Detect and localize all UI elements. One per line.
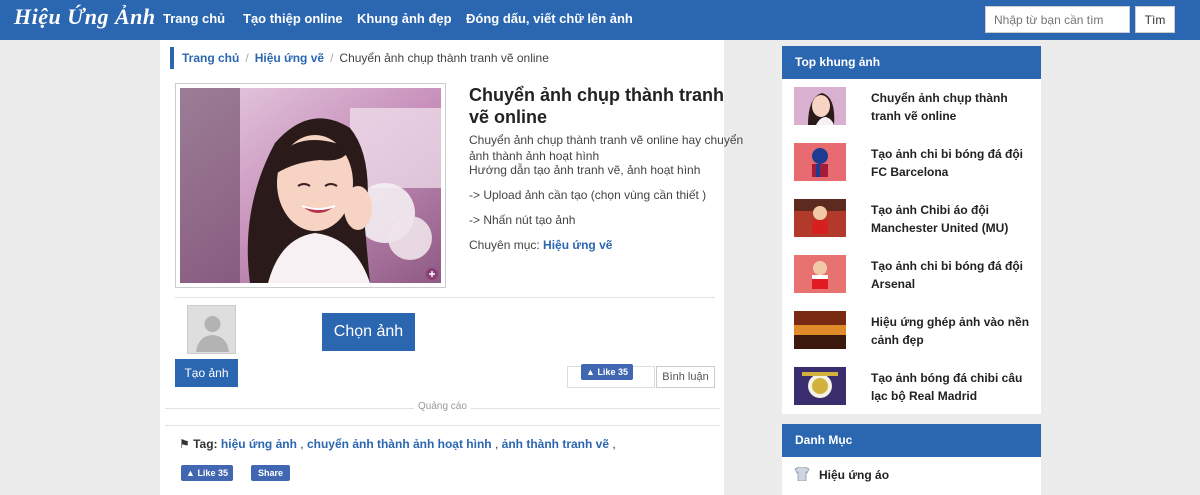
- shirt-icon: [794, 466, 810, 482]
- tag-item[interactable]: chuyển ảnh thành ảnh hoạt hình: [307, 437, 492, 451]
- arsenal-chibi-thumb: [794, 255, 846, 293]
- breadcrumb-section[interactable]: Hiệu ứng vẽ: [255, 51, 324, 65]
- avatar-placeholder-icon: [187, 305, 236, 354]
- anime-girl-illustration: [180, 88, 441, 283]
- search-input[interactable]: [985, 6, 1130, 33]
- nav-watermark-text[interactable]: Đóng dấu, viết chữ lên ảnh: [466, 0, 633, 40]
- effect-step-upload: -> Upload ảnh cần tạo (chọn vùng cần thi…: [469, 188, 707, 202]
- breadcrumb-current: Chuyển ảnh chụp thành tranh vẽ online: [339, 51, 549, 65]
- category-item-label[interactable]: Hiệu ứng áo: [819, 468, 889, 482]
- sunset-scene-thumb: [794, 311, 846, 349]
- tag-list: ⚑ Tag: hiệu ứng ảnh , chuyển ảnh thành ả…: [179, 437, 616, 451]
- effect-guide: Hướng dẫn tạo ảnh tranh vẽ, ảnh hoạt hìn…: [469, 163, 701, 177]
- effect-title: Chuyển ảnh chụp thành tranh vẽ online: [469, 85, 724, 127]
- sidebar-item[interactable]: Tạo ảnh Chibi áo đội Manchester United (…: [782, 191, 1041, 247]
- sidebar-item[interactable]: Tạo ảnh bóng đá chibi câu lạc bộ Real Ma…: [782, 359, 1041, 415]
- tag-separator: ,: [612, 437, 616, 451]
- top-frames-list: Chuyển ảnh chụp thành tranh vẽ online Tạ…: [782, 79, 1041, 414]
- facebook-like-button[interactable]: ▲ Like 35: [581, 364, 633, 380]
- sidebar-item[interactable]: Hiệu ứng ghép ảnh vào nền cảnh đẹp: [782, 303, 1041, 359]
- breadcrumb-separator: /: [245, 51, 249, 65]
- effect-description: Chuyển ảnh chụp thành tranh vẽ online Ch…: [469, 84, 749, 252]
- category-header: Danh Mục: [782, 424, 1041, 457]
- category-link[interactable]: Hiệu ứng vẽ: [543, 238, 612, 252]
- effect-category: Chuyên mục: Hiệu ứng vẽ: [469, 237, 612, 253]
- ad-label: Quảng cáo: [414, 401, 471, 412]
- sidebar-item[interactable]: Tạo ảnh chi bi bóng đá đội Arsenal: [782, 247, 1041, 303]
- effect-preview-image: [175, 83, 446, 288]
- tag-icon: ⚑: [179, 437, 190, 451]
- main-content: Trang chủ / Hiệu ứng vẽ / Chuyển ảnh chụp th…: [160, 40, 743, 495]
- nav-photo-frames[interactable]: Khung ảnh đẹp: [357, 0, 452, 40]
- top-frames-header: Top khung ảnh: [782, 46, 1041, 79]
- real-madrid-thumb: [794, 367, 846, 405]
- tag-label: Tag:: [193, 437, 218, 451]
- create-image-button[interactable]: Tạo ảnh: [175, 359, 238, 387]
- comment-tab[interactable]: Bình luận: [656, 366, 715, 388]
- sidebar-item-label: Tạo ảnh chi bi bóng đá đội FC Barcelona: [871, 147, 1023, 179]
- tag-item[interactable]: ảnh thành tranh vẽ: [502, 437, 609, 451]
- sidebar-item-label: Chuyển ảnh chụp thành tranh vẽ online: [871, 91, 1008, 123]
- effect-summary: Chuyển ảnh chụp thành tranh vẽ online ha…: [469, 133, 744, 163]
- tag-item[interactable]: hiệu ứng ảnh: [221, 437, 297, 451]
- sidebar-item[interactable]: Tạo ảnh chi bi bóng đá đội FC Barcelona: [782, 135, 1041, 191]
- effect-step-create: -> Nhấn nút tạo ảnh: [469, 213, 576, 227]
- thumbs-up-icon: ▲: [586, 367, 595, 377]
- section-divider: [165, 425, 720, 426]
- anime-girl-thumb: [794, 87, 846, 125]
- breadcrumb-separator: /: [330, 51, 334, 65]
- top-navbar: Hiệu Ứng Ảnh Trang chủ Tạo thiệp online …: [0, 0, 1200, 40]
- tag-separator: ,: [300, 437, 304, 451]
- sidebar-item[interactable]: Chuyển ảnh chụp thành tranh vẽ online: [782, 79, 1041, 135]
- sidebar-item-label: Hiệu ứng ghép ảnh vào nền cảnh đẹp: [871, 315, 1030, 347]
- facebook-like-label: Like 35: [197, 468, 228, 478]
- sidebar-item-label: Tạo ảnh bóng đá chibi câu lạc bộ Real Ma…: [871, 371, 1023, 403]
- mu-chibi-thumb: [794, 199, 846, 237]
- facebook-like-button-bottom[interactable]: ▲ Like 35: [181, 465, 233, 481]
- sidebar-item-label: Tạo ảnh Chibi áo đội Manchester United (…: [871, 203, 1009, 235]
- choose-photo-button[interactable]: Chọn ảnh: [322, 313, 415, 351]
- breadcrumb: Trang chủ / Hiệu ứng vẽ / Chuyển ảnh chụp th…: [170, 47, 549, 69]
- site-logo[interactable]: Hiệu Ứng Ảnh: [14, 4, 156, 30]
- barcelona-chibi-thumb: [794, 143, 846, 181]
- search-button[interactable]: Tìm: [1135, 6, 1175, 33]
- nav-greeting-cards[interactable]: Tạo thiệp online: [243, 0, 343, 40]
- tag-separator: ,: [494, 437, 499, 451]
- facebook-share-button[interactable]: Share: [251, 465, 290, 481]
- sidebar-item-label: Tạo ảnh chi bi bóng đá đội Arsenal: [871, 259, 1023, 291]
- facebook-like-label: Like 35: [597, 367, 628, 377]
- section-divider: [175, 297, 715, 298]
- nav-home[interactable]: Trang chủ: [163, 0, 225, 40]
- category-list: Hiệu ứng áo: [782, 457, 1041, 495]
- breadcrumb-home[interactable]: Trang chủ: [182, 51, 239, 65]
- category-label: Chuyên mục:: [469, 238, 540, 252]
- thumbs-up-icon: ▲: [186, 468, 195, 478]
